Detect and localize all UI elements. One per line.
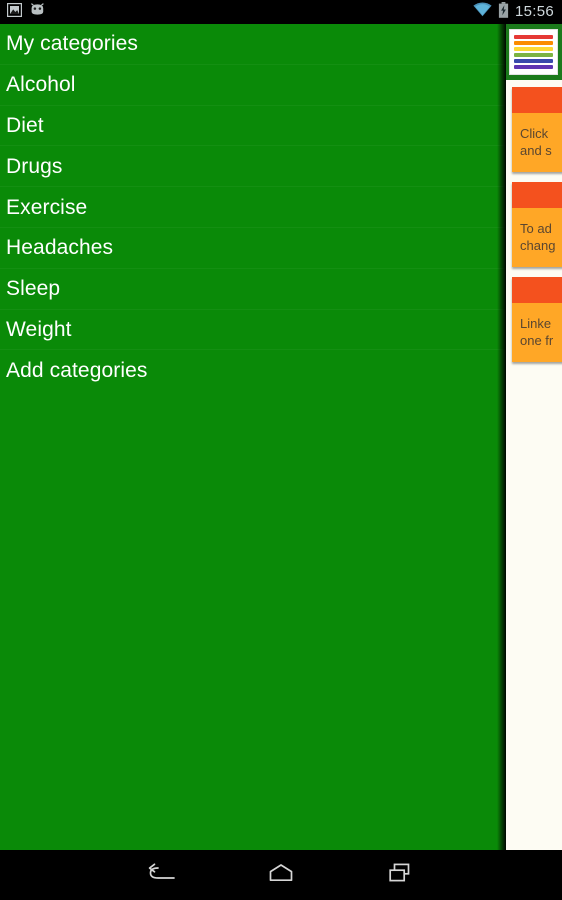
tip-card-text: To ad chang [520,221,556,253]
app-header-bar [506,24,562,80]
sidebar-item-headaches[interactable]: Headaches [0,227,506,269]
android-robot-face-icon [29,3,46,21]
icon-stripe-blue [514,59,553,63]
tip-card-body: Linke one fr [512,303,562,362]
status-bar: 15:56 [0,0,562,24]
android-screen: 15:56 Click and s To ad chang Linke one … [0,0,562,900]
tip-card[interactable]: To ad chang [512,182,562,267]
status-bar-clock: 15:56 [514,3,554,20]
sidebar-item-sleep[interactable]: Sleep [0,268,506,310]
tip-card-body: To ad chang [512,208,562,267]
back-button[interactable] [121,850,201,900]
sidebar-item-label: Add categories [6,359,148,383]
content-pane: Click and s To ad chang Linke one fr [506,24,562,850]
sidebar-item-alcohol[interactable]: Alcohol [0,64,506,106]
home-button[interactable] [241,850,321,900]
recents-button[interactable] [361,850,441,900]
icon-stripe-orange [514,41,553,45]
category-drawer: My categories Alcohol Diet Drugs Exercis… [0,24,506,850]
wifi-icon [473,2,492,22]
drawer-header-my-categories: My categories [0,24,506,65]
status-bar-left-icons [0,2,46,22]
sidebar-item-label: Exercise [6,195,88,219]
tip-card-body: Click and s [512,113,562,172]
sidebar-item-weight[interactable]: Weight [0,309,506,351]
sidebar-item-label: Sleep [6,277,61,301]
sidebar-item-label: Diet [6,113,44,137]
sidebar-item-diet[interactable]: Diet [0,105,506,147]
sidebar-item-drugs[interactable]: Drugs [0,146,506,188]
icon-stripe-purple [514,65,553,69]
tip-card-text: Click and s [520,126,552,158]
tip-card[interactable]: Linke one fr [512,277,562,362]
icon-stripe-yellow [514,47,553,51]
battery-charging-icon [498,1,509,23]
recents-icon [387,862,415,889]
status-bar-right-icons: 15:56 [473,1,562,23]
tip-card[interactable]: Click and s [512,87,562,172]
screenshot-image-icon [6,2,23,22]
sidebar-item-label: Headaches [6,236,114,260]
sidebar-item-add-categories[interactable]: Add categories [0,350,506,392]
icon-stripe-red [514,35,553,39]
back-icon [145,862,177,889]
sidebar-item-label: Alcohol [6,73,76,97]
sidebar-item-label: Drugs [6,154,63,178]
tip-card-band [512,277,562,303]
tip-card-text: Linke one fr [520,316,554,348]
tip-card-band [512,87,562,113]
sidebar-item-label: Weight [6,317,72,341]
drawer-header-label: My categories [6,32,139,56]
colored-stripes-list-icon[interactable] [509,29,558,75]
tip-card-list: Click and s To ad chang Linke one fr [506,80,562,362]
home-icon [267,863,295,888]
icon-stripe-green [514,53,553,57]
sidebar-item-exercise[interactable]: Exercise [0,187,506,228]
navigation-bar [0,850,562,900]
tip-card-band [512,182,562,208]
